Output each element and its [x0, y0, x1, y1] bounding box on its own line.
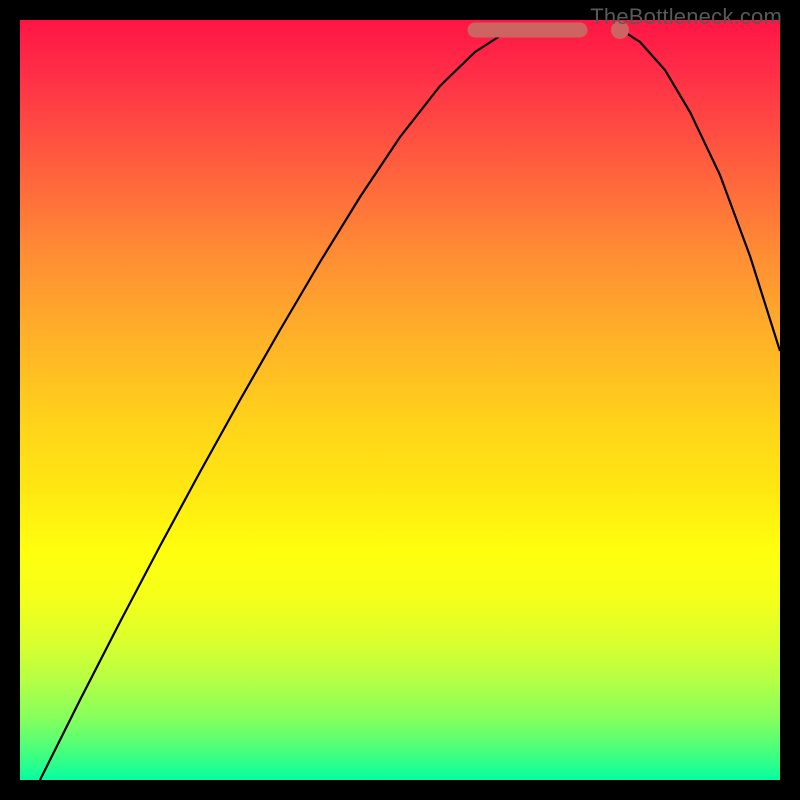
chart-plot-area	[20, 20, 780, 780]
watermark-text: TheBottleneck.com	[590, 4, 782, 30]
chart-svg	[20, 20, 780, 780]
right-curve-line	[620, 29, 780, 351]
left-curve-line	[40, 29, 520, 780]
